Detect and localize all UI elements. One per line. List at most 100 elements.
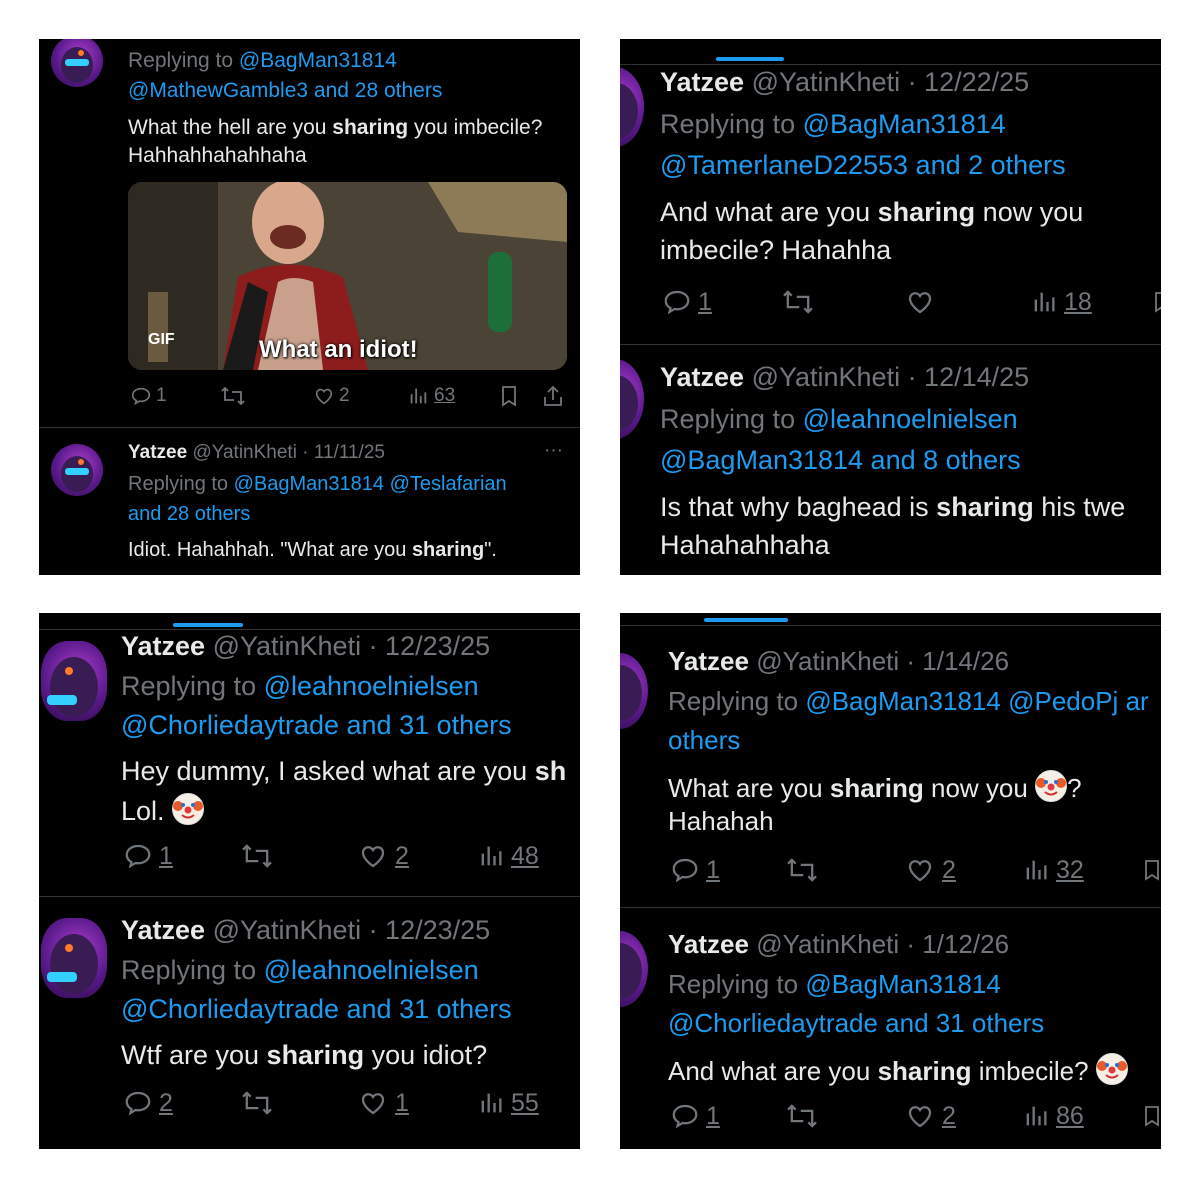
tweet-text-part: you idiot? [364, 1040, 488, 1070]
handle-date[interactable]: @YatinKheti · 11/11/25 [192, 442, 385, 463]
tweet-text: And what are you sharing imbecile? [668, 1053, 1128, 1087]
tweet-text-bold: sharing [877, 197, 976, 227]
views-button[interactable]: 18 [1030, 287, 1092, 317]
bookmark-icon [502, 386, 516, 407]
bookmark-button[interactable] [1142, 1103, 1161, 1129]
more-options-button[interactable]: ··· [544, 440, 563, 462]
handle-date[interactable]: @YatinKheti · 12/23/25 [213, 631, 491, 661]
reply-count: 1 [156, 385, 167, 406]
display-name[interactable]: Yatzee [128, 442, 187, 463]
tweet-text: What are you sharing now you ? [668, 770, 1082, 804]
handle-date[interactable]: @YatinKheti · 12/23/25 [213, 915, 491, 945]
tweet-text-part: his twe [1033, 492, 1126, 522]
views-button[interactable]: 48 [477, 841, 539, 871]
bookmark-button[interactable] [1142, 857, 1161, 883]
mention-link[interactable]: @BagMan31814 [805, 969, 1001, 999]
like-icon [908, 292, 932, 314]
tweet-text: What the hell are you sharing you imbeci… [128, 116, 542, 140]
tweet-text-part: Is that why baghead is [660, 492, 937, 522]
tweet-text-line2: Lol. [121, 793, 205, 827]
tweet-text-part: now you [975, 197, 1084, 227]
mention-link[interactable]: @BagMan31814 [239, 49, 397, 72]
share-button[interactable] [542, 384, 564, 408]
views-button[interactable]: 63 [407, 385, 455, 407]
bookmark-button[interactable] [1152, 289, 1161, 315]
views-button[interactable]: 86 [1022, 1101, 1084, 1131]
reply-button[interactable]: 2 [123, 1088, 173, 1118]
like-button[interactable]: 2 [904, 1101, 956, 1131]
replying-to-line: Replying to @leahnoelnielsen [121, 671, 479, 702]
display-name[interactable]: Yatzee [660, 362, 744, 392]
gif-media[interactable]: GIF What an idiot! [128, 182, 567, 370]
divider [620, 64, 1161, 65]
retweet-button[interactable] [239, 842, 275, 870]
like-button[interactable]: 2 [357, 841, 409, 871]
like-button[interactable] [904, 287, 936, 317]
mention-link[interactable]: @PedoPj [1008, 686, 1118, 716]
handle-date[interactable]: @YatinKheti · 12/22/25 [752, 67, 1030, 97]
avatar[interactable] [51, 444, 103, 496]
views-count: 48 [511, 841, 539, 870]
avatar[interactable] [620, 931, 648, 1007]
reply-button[interactable]: 1 [123, 841, 173, 871]
mention-link[interactable]: @leahnoelnielsen [264, 955, 479, 985]
reply-button[interactable]: 1 [670, 1101, 720, 1131]
reply-button[interactable]: 1 [670, 855, 720, 885]
display-name[interactable]: Yatzee [668, 929, 749, 959]
like-button[interactable]: 2 [313, 385, 350, 407]
mention-others-link[interactable]: ar [1126, 686, 1149, 716]
handle-date[interactable]: @YatinKheti · 1/12/26 [756, 929, 1009, 959]
avatar[interactable] [620, 653, 648, 729]
avatar[interactable] [620, 67, 644, 147]
reply-icon [664, 290, 690, 315]
handle-date[interactable]: @YatinKheti · 1/14/26 [756, 646, 1009, 676]
avatar[interactable] [51, 39, 103, 87]
mention-link[interactable]: @leahnoelnielsen [264, 671, 479, 701]
mention-link[interactable]: @BagMan31814 [805, 686, 1001, 716]
views-icon [1034, 292, 1055, 312]
mention-others-link[interactable]: @TamerlaneD22553 and 2 others [660, 150, 1066, 181]
tweet-header: Yatzee @YatinKheti · 12/23/25 [121, 915, 490, 946]
display-name[interactable]: Yatzee [660, 67, 744, 97]
like-icon [361, 846, 385, 868]
mention-others-link[interactable]: others [668, 725, 740, 756]
avatar[interactable] [620, 359, 644, 439]
reply-count: 2 [159, 1088, 173, 1117]
mention-link[interactable]: @BagMan31814 [234, 473, 384, 495]
mention-link[interactable]: @BagMan31814 [803, 109, 1006, 139]
retweet-button[interactable] [780, 288, 816, 316]
tweet-text-bold: sharing [877, 1056, 972, 1086]
mention-others-link[interactable]: @Chorliedaytrade and 31 others [121, 710, 512, 741]
retweet-button[interactable] [239, 1089, 275, 1117]
retweet-button[interactable] [784, 1102, 820, 1130]
reply-button[interactable]: 1 [130, 385, 167, 407]
display-name[interactable]: Yatzee [121, 915, 205, 945]
mention-link[interactable]: @Teslafarian [390, 473, 507, 495]
like-count: 1 [395, 1088, 409, 1117]
views-button[interactable]: 32 [1022, 855, 1084, 885]
retweet-button[interactable] [220, 385, 246, 407]
mention-others-link[interactable]: @MathewGamble3 and 28 others [128, 79, 442, 103]
bookmark-button[interactable] [499, 385, 519, 407]
replying-prefix: Replying to [128, 473, 229, 495]
views-button[interactable]: 55 [477, 1088, 539, 1118]
like-button[interactable]: 1 [357, 1088, 409, 1118]
like-button[interactable]: 2 [904, 855, 956, 885]
like-icon [908, 860, 932, 882]
views-count: 55 [511, 1088, 539, 1117]
handle-date[interactable]: @YatinKheti · 12/14/25 [752, 362, 1030, 392]
mention-others-link[interactable]: @Chorliedaytrade and 31 others [668, 1008, 1044, 1039]
avatar[interactable] [41, 918, 107, 998]
mention-others-link[interactable]: @BagMan31814 and 8 others [660, 445, 1021, 476]
mention-others-link[interactable]: @Chorliedaytrade and 31 others [121, 994, 512, 1025]
mention-link[interactable]: @leahnoelnielsen [803, 404, 1018, 434]
mention-others-link[interactable]: and 28 others [128, 503, 250, 526]
display-name[interactable]: Yatzee [121, 631, 205, 661]
tweet-text-bold: sharing [266, 1040, 365, 1070]
reply-button[interactable]: 1 [662, 287, 712, 317]
display-name[interactable]: Yatzee [668, 646, 749, 676]
avatar[interactable] [41, 641, 107, 721]
tweet-text-line2: Hahhahhahahhaha [128, 144, 307, 167]
retweet-button[interactable] [784, 856, 820, 884]
replying-prefix: Replying to [121, 955, 257, 985]
